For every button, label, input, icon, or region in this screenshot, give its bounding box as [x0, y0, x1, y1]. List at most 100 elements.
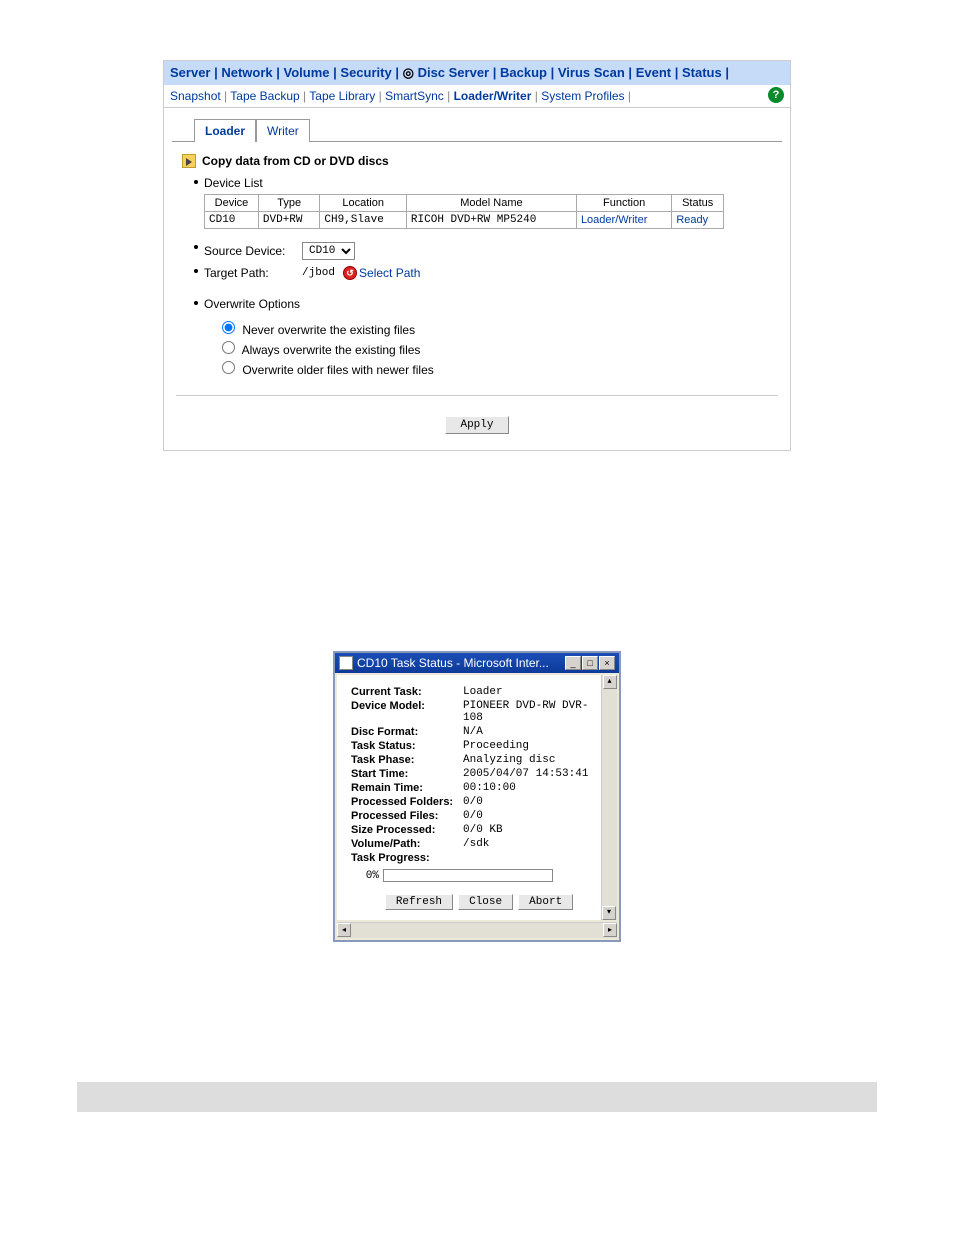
scroll-right-icon[interactable]: ▸	[603, 923, 617, 937]
radio-always-label: Always overwrite the existing files	[242, 343, 421, 357]
th-type: Type	[258, 195, 319, 212]
device-table: Device Type Location Model Name Function…	[204, 194, 724, 229]
val-processed-folders: 0/0	[463, 796, 483, 808]
lbl-task-status: Task Status:	[351, 740, 463, 752]
subnav-snapshot[interactable]: Snapshot	[170, 89, 221, 103]
loader-writer-panel: Server | Network | Volume | Security | ◎…	[163, 60, 791, 451]
refresh-button[interactable]: Refresh	[385, 894, 453, 910]
nav-virus-scan[interactable]: Virus Scan	[558, 65, 625, 80]
val-disc-format: N/A	[463, 726, 483, 738]
source-device-select[interactable]: CD10	[302, 242, 355, 260]
footer-bar	[77, 1082, 877, 1112]
lbl-processed-files: Processed Files:	[351, 810, 463, 822]
status-body: ▴ ▾ Current Task:Loader Device Model:PIO…	[337, 675, 617, 920]
target-path-label: Target Path:	[204, 266, 294, 280]
nav-status[interactable]: Status	[682, 65, 722, 80]
val-remain-time: 00:10:00	[463, 782, 516, 794]
progress-bar	[383, 869, 553, 882]
nav-event[interactable]: Event	[636, 65, 671, 80]
subnav-loader-writer[interactable]: Loader/Writer	[454, 89, 532, 103]
target-path-value: /jbod	[302, 267, 335, 279]
minimize-button[interactable]: _	[565, 656, 581, 670]
titlebar: CD10 Task Status - Microsoft Inter... _ …	[335, 653, 619, 673]
lbl-task-phase: Task Phase:	[351, 754, 463, 766]
scroll-up-icon[interactable]: ▴	[603, 675, 617, 689]
radio-never-label: Never overwrite the existing files	[242, 323, 415, 337]
maximize-button[interactable]: □	[582, 656, 598, 670]
lbl-processed-folders: Processed Folders:	[351, 796, 463, 808]
val-device-model: PIONEER DVD-RW DVR-108	[463, 700, 607, 724]
th-model: Model Name	[406, 195, 576, 212]
close-button[interactable]: ×	[599, 656, 615, 670]
close-popup-button[interactable]: Close	[458, 894, 513, 910]
table-row: CD10 DVD+RW CH9,Slave RICOH DVD+RW MP524…	[205, 212, 724, 229]
content-area: Copy data from CD or DVD discs Device Li…	[172, 142, 782, 450]
th-device: Device	[205, 195, 259, 212]
tab-loader[interactable]: Loader	[194, 119, 256, 142]
th-status: Status	[672, 195, 724, 212]
cell-device: CD10	[205, 212, 259, 229]
source-device-label: Source Device:	[204, 244, 294, 258]
horizontal-scrollbar[interactable]: ◂ ▸	[337, 922, 617, 938]
bullet-icon	[194, 301, 198, 305]
subnav-tape-backup[interactable]: Tape Backup	[230, 89, 299, 103]
section-title: Copy data from CD or DVD discs	[176, 150, 778, 174]
tab-writer[interactable]: Writer	[256, 119, 310, 142]
overwrite-options-label: Overwrite Options	[204, 297, 300, 311]
select-path-link[interactable]: ↺ Select Path	[343, 266, 420, 280]
abort-button[interactable]: Abort	[518, 894, 573, 910]
val-processed-files: 0/0	[463, 810, 483, 822]
nav-server[interactable]: Server	[170, 65, 210, 80]
th-function: Function	[576, 195, 671, 212]
nav-volume[interactable]: Volume	[284, 65, 330, 80]
ie-icon	[339, 656, 353, 670]
sub-nav: Snapshot | Tape Backup | Tape Library | …	[164, 85, 790, 108]
cell-location: CH9,Slave	[320, 212, 407, 229]
val-start-time: 2005/04/07 14:53:41	[463, 768, 588, 780]
top-nav: Server | Network | Volume | Security | ◎…	[164, 61, 790, 85]
bullet-icon	[194, 245, 198, 249]
task-status-popup: CD10 Task Status - Microsoft Inter... _ …	[333, 651, 621, 942]
nav-disc-server[interactable]: Disc Server	[418, 65, 490, 80]
vertical-scrollbar[interactable]: ▴ ▾	[601, 675, 617, 920]
help-icon[interactable]: ?	[768, 87, 784, 103]
lbl-volume-path: Volume/Path:	[351, 838, 463, 850]
device-list-label: Device List	[204, 176, 263, 190]
bullet-icon	[194, 269, 198, 273]
lbl-remain-time: Remain Time:	[351, 782, 463, 794]
scroll-down-icon[interactable]: ▾	[602, 906, 616, 920]
arrow-icon	[182, 154, 196, 168]
radio-older-overwrite[interactable]	[222, 361, 235, 374]
select-path-icon: ↺	[343, 266, 357, 280]
lbl-start-time: Start Time:	[351, 768, 463, 780]
divider	[176, 395, 778, 396]
lbl-device-model: Device Model:	[351, 700, 463, 724]
bullet-icon	[194, 180, 198, 184]
val-current-task: Loader	[463, 686, 503, 698]
progress-percent: 0%	[351, 870, 379, 882]
radio-older-label: Overwrite older files with newer files	[242, 363, 433, 377]
subnav-smartsync[interactable]: SmartSync	[385, 89, 444, 103]
tabs: LoaderWriter	[194, 118, 790, 141]
window-title: CD10 Task Status - Microsoft Inter...	[357, 656, 561, 670]
subnav-tape-library[interactable]: Tape Library	[309, 89, 375, 103]
val-volume-path: /sdk	[463, 838, 489, 850]
radio-never-overwrite[interactable]	[222, 321, 235, 334]
nav-network[interactable]: Network	[221, 65, 272, 80]
cell-type: DVD+RW	[258, 212, 319, 229]
cell-status-link[interactable]: Ready	[672, 212, 724, 229]
lbl-task-progress: Task Progress:	[351, 852, 463, 864]
apply-button[interactable]: Apply	[445, 416, 508, 434]
val-task-status: Proceeding	[463, 740, 529, 752]
scroll-left-icon[interactable]: ◂	[337, 923, 351, 937]
nav-backup[interactable]: Backup	[500, 65, 547, 80]
nav-security[interactable]: Security	[340, 65, 391, 80]
disc-icon: ◎	[403, 65, 418, 80]
val-size-processed: 0/0 KB	[463, 824, 503, 836]
subnav-system-profiles[interactable]: System Profiles	[541, 89, 624, 103]
th-location: Location	[320, 195, 407, 212]
radio-always-overwrite[interactable]	[222, 341, 235, 354]
cell-model: RICOH DVD+RW MP5240	[406, 212, 576, 229]
val-task-phase: Analyzing disc	[463, 754, 555, 766]
cell-function-link[interactable]: Loader/Writer	[576, 212, 671, 229]
